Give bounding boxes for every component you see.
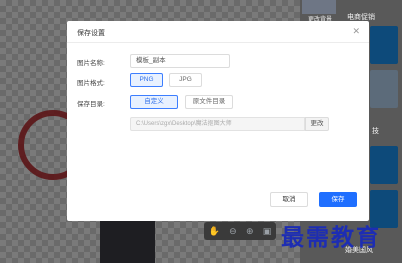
template-thumbnail[interactable] [370,26,398,64]
image-name-label: 图片名称: [77,60,105,67]
save-button[interactable]: 保存 [319,192,357,207]
fit-screen-icon[interactable]: ▣ [263,226,272,237]
save-settings-dialog: 保存设置 ✕ 图片名称: 模板_副本 图片格式: PNG JPG 保存目录: 自… [67,21,369,221]
zoom-out-icon[interactable]: ⊖ [229,226,237,237]
zoom-in-icon[interactable]: ⊕ [246,226,254,237]
change-path-button[interactable]: 更改 [305,117,329,131]
canvas-toolbar: ✋ ⊖ ⊕ ▣ [204,222,276,240]
dialog-title: 保存设置 [77,30,105,37]
save-directory-label: 保存目录: [77,101,105,108]
image-format-label: 图片格式: [77,80,105,87]
format-jpg-button[interactable]: JPG [169,73,202,87]
template-thumbnail[interactable] [370,146,398,184]
hand-icon[interactable]: ✋ [209,226,220,237]
template-thumbnail[interactable] [370,70,398,108]
save-path-field[interactable]: C:\Users\zgx\Desktop\魔法抠图大师 [130,117,305,131]
image-name-input[interactable]: 模板_副本 [130,54,230,68]
format-png-button[interactable]: PNG [130,73,163,87]
watermark-text: 最需教育 [281,224,381,251]
original-directory-button[interactable]: 原文件目录 [185,95,233,109]
section-title-tech: 技 [372,128,379,135]
close-icon[interactable]: ✕ [352,26,360,36]
cancel-button[interactable]: 取消 [270,192,308,207]
dialog-divider [67,42,369,43]
custom-directory-button[interactable]: 自定义 [130,95,178,109]
right-panel-tab[interactable] [302,0,336,14]
